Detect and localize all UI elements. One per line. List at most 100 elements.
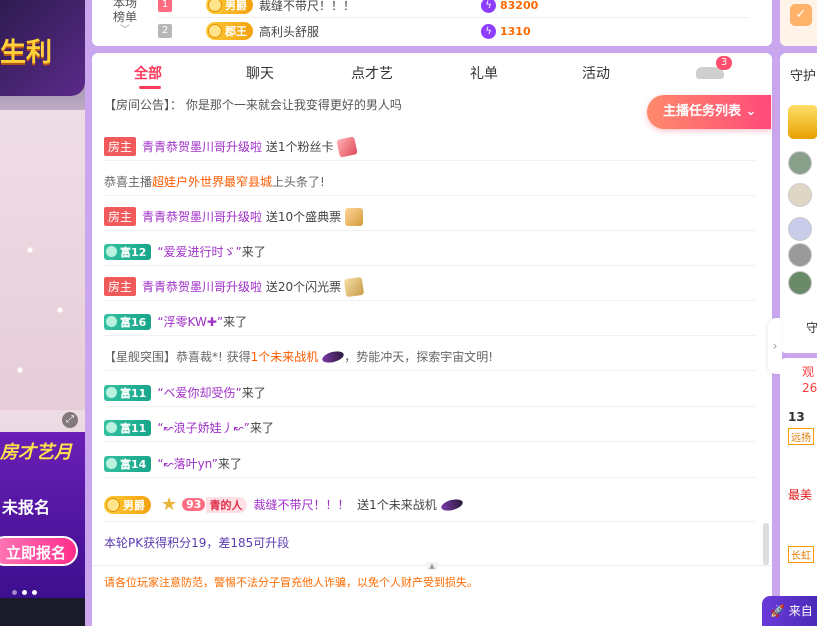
message-text: 来了 (249, 421, 274, 435)
noble-badge: 男爵 (206, 0, 253, 14)
coin-icon (208, 24, 222, 38)
promo-banner-bottom[interactable]: 房才艺月 未报名 立即报名 (0, 432, 85, 598)
diamond-icon (106, 387, 117, 398)
rank-user-name[interactable]: 裁缝不带尺！！！ (259, 0, 481, 14)
message-text: ，势能冲天，探索宇宙文明! (344, 350, 494, 364)
task-button-label: 主播任务列表 (663, 104, 742, 119)
rank-number: 1 (158, 0, 172, 12)
host-tag: 房主 (104, 207, 137, 226)
chat-message: 富12 “爱爱进行时ゞ” 来了 (104, 238, 756, 266)
tab-all[interactable]: 全部 (118, 63, 178, 83)
message-text: 来了 (217, 457, 242, 471)
avatar[interactable] (788, 217, 812, 241)
right-top-widget[interactable]: ✓ (780, 0, 817, 46)
message-text: 【星舰突围】恭喜裁*! 获得 (104, 350, 251, 364)
tab-talent[interactable]: 点才艺 (342, 63, 402, 83)
diamond-icon (106, 458, 117, 469)
coin-icon (208, 0, 222, 12)
video-frame (0, 110, 85, 410)
fraud-warning-text: 请各位玩家注意防范，警惕不法分子冒充他人诈骗，以免个人财产受到损失。 (104, 576, 478, 589)
host-tag: 房主 (104, 277, 137, 296)
message-text: 送1个粉丝卡 (265, 140, 334, 154)
viewer-rank-list: 观 26 13 远扬 最美 长虹 (780, 358, 817, 626)
rank-row[interactable]: 2 郡王 高利头舒服 ϟ 1310 (158, 20, 748, 42)
message-text: 来了 (241, 245, 266, 259)
rank-toggle[interactable]: 本场 榜单 ﹀ (110, 0, 140, 38)
chat-tabs: 全部 聊天 点才艺 礼单 活动 3 (92, 53, 772, 89)
list-item[interactable]: 远扬 (788, 428, 814, 445)
chat-panel: 全部 聊天 点才艺 礼单 活动 3 【房间公告】： 你是那个一来就会让我变得更好… (92, 53, 772, 626)
headline-room-link[interactable]: 超娃户外世界最窄县城 (152, 173, 272, 190)
active-tab-indicator (139, 86, 161, 89)
wealth-level-badge: 富14 (104, 455, 152, 472)
from-source-bar[interactable]: 🚀 来自 (762, 596, 817, 626)
room-announcement: 【房间公告】： 你是那个一来就会让我变得更好的男人吗 (104, 98, 402, 112)
promo-bottom-subtitle: 未报名 (2, 498, 51, 517)
message-text: 送10个盛典票 (265, 210, 342, 224)
tab-gift-list[interactable]: 礼单 (454, 63, 514, 83)
chat-message: 男爵 ★ 93 青的人 裁缝不带尺！！！ 送1个未来战机 (104, 488, 756, 522)
carousel-dots[interactable] (12, 584, 42, 598)
message-user[interactable]: “↜浪子娇娃丿↜” (157, 419, 250, 436)
wealth-level-badge: 富11 (104, 419, 152, 436)
rank-side-label: 本场 榜单 (112, 0, 137, 24)
list-item[interactable]: 最美 (788, 486, 812, 503)
promo-banner-top[interactable]: 生利 (0, 0, 85, 96)
car-count-badge: 3 (716, 56, 732, 70)
rank-score: 83200 (500, 0, 539, 12)
check-task-icon: ✓ (790, 4, 812, 26)
pk-status-text: 本轮PK获得积分19，差185可升段 (104, 536, 290, 550)
coin-icon (106, 497, 120, 512)
expand-icon[interactable]: ⤢ (62, 412, 78, 428)
future-fighter-gift-icon (439, 496, 464, 513)
gift-highlight: 1个未来战机 (250, 350, 319, 364)
message-user[interactable]: 裁缝不带尺！！！ (253, 496, 349, 513)
host-task-list-button[interactable]: 主播任务列表 ⌄ (647, 95, 771, 129)
message-user[interactable]: “ベ爱你却受伤” (157, 384, 241, 401)
chat-message: 房主 青青恭贺墨川哥升级啦 送1个粉丝卡 (104, 133, 756, 161)
host-tag: 房主 (104, 137, 137, 156)
avatar[interactable] (788, 151, 812, 175)
from-text: 来自 (788, 604, 813, 618)
avatar[interactable] (788, 271, 812, 295)
lightning-icon: ϟ (481, 23, 496, 39)
chat-scrollbar[interactable] (763, 523, 769, 565)
rank-number: 2 (158, 24, 172, 38)
diamond-icon (106, 246, 117, 257)
avatar[interactable] (788, 183, 812, 207)
message-user[interactable]: 青青恭贺墨川哥升级啦 (142, 208, 262, 225)
rank-score: 1310 (500, 24, 531, 38)
list-item[interactable]: 13 (788, 410, 805, 424)
chevron-down-icon[interactable]: ﹀ (110, 24, 140, 38)
fan-card-gift-icon (335, 135, 358, 158)
lightning-icon: ϟ (481, 0, 496, 13)
noble-badge: 郡王 (206, 22, 253, 40)
tab-activity[interactable]: 活动 (566, 63, 626, 83)
avatar[interactable] (788, 243, 812, 267)
message-text: 来了 (241, 386, 266, 400)
list-item[interactable]: 长虹 (788, 546, 814, 563)
message-user[interactable]: 青青恭贺墨川哥升级啦 (142, 278, 262, 295)
guard-panel: 守护 守 (780, 53, 817, 353)
diamond-icon (106, 316, 117, 327)
tab-chat[interactable]: 聊天 (230, 63, 290, 83)
chat-message: 房主 青青恭贺墨川哥升级啦 送20个闪光票 (104, 273, 756, 301)
rank-row[interactable]: 1 男爵 裁缝不带尺！！！ ϟ 83200 (158, 0, 748, 16)
guard-more-link[interactable]: 守 (806, 319, 817, 336)
live-video-panel[interactable]: 生利 ⤢ 房才艺月 未报名 立即报名 (0, 0, 85, 626)
chat-message: 富16 “浮零KW✚” 来了 (104, 308, 756, 336)
collapse-arrow-icon[interactable]: ▲ (426, 562, 438, 570)
rank-user-name[interactable]: 高利头舒服 (259, 23, 481, 40)
fan-club-badge: 93 青的人 (181, 496, 248, 513)
ceremony-ticket-gift-icon (345, 207, 364, 226)
message-user[interactable]: 青青恭贺墨川哥升级啦 (142, 138, 262, 155)
wealth-level-badge: 富11 (104, 384, 152, 401)
divider (158, 17, 748, 18)
fraud-warning: ▲ 请各位玩家注意防范，警惕不法分子冒充他人诈骗，以免个人财产受到损失。 (92, 562, 772, 626)
message-user[interactable]: “↜落叶yn” (157, 455, 218, 472)
message-user[interactable]: “浮零KW✚” (157, 313, 223, 330)
guard-badge-icon (788, 105, 817, 139)
message-user[interactable]: “爱爱进行时ゞ” (157, 243, 241, 260)
signup-button[interactable]: 立即报名 (0, 536, 78, 566)
guard-label[interactable]: 守护 (790, 65, 816, 84)
